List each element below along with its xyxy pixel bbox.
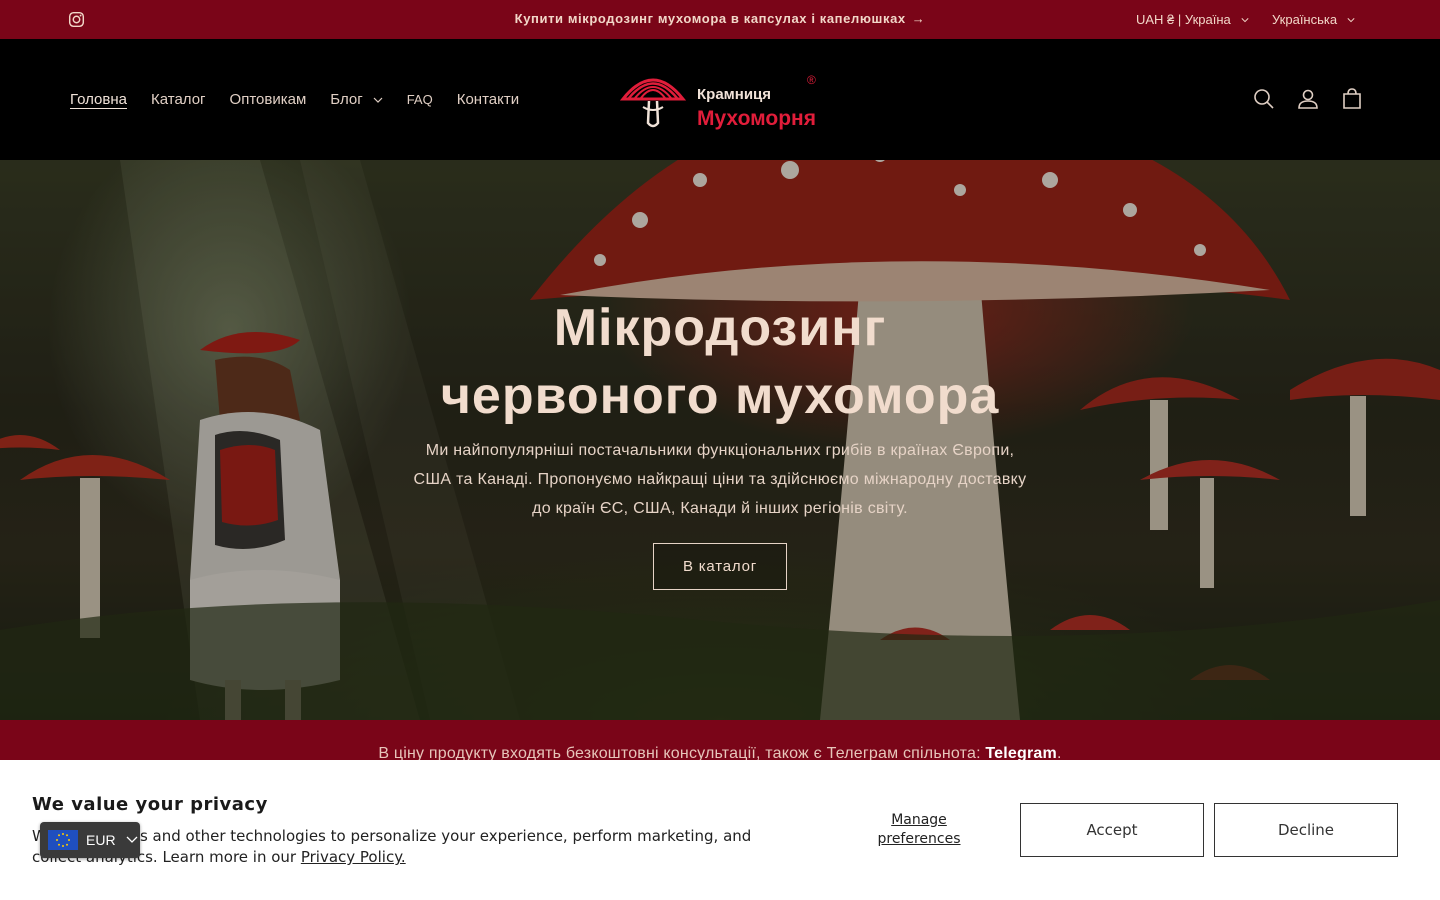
nav-item-contacts[interactable]: Контакти (457, 91, 519, 108)
language-selector[interactable]: Українська (1272, 12, 1355, 27)
currency-switcher-label: EUR (86, 832, 116, 848)
account-icon[interactable] (1296, 87, 1320, 111)
announcement-text[interactable]: Купити мікродозинг мухомора в капсулах і… (515, 11, 906, 26)
hero-title-line2: червоного мухомора (440, 367, 1000, 425)
hero-title-line1: Мікродозинг (553, 299, 887, 357)
logo-line2: Мухоморня (697, 107, 816, 130)
nav-item-wholesale[interactable]: Оптовикам (230, 91, 307, 108)
currency-selector[interactable]: UAH ₴ | Україна (1136, 12, 1249, 27)
manage-preferences-link[interactable]: Manage preferences (866, 811, 972, 849)
logo-line1: Крамниця (697, 86, 772, 103)
nav-item-faq[interactable]: FAQ (407, 92, 433, 107)
announcement-bar: Купити мікродозинг мухомора в капсулах і… (0, 0, 1440, 39)
chevron-down-icon (126, 836, 138, 843)
cart-icon[interactable] (1340, 87, 1364, 111)
eu-flag-icon (48, 830, 78, 850)
hero-subtitle: Ми найпопулярніші постачальники функціон… (413, 442, 1027, 517)
nav-item-catalog[interactable]: Каталог (151, 91, 206, 108)
site-logo[interactable]: Крамниця Мухоморня ® (619, 65, 824, 135)
site-header: Головна Каталог Оптовикам Блог FAQ Конта… (0, 39, 1440, 160)
cookie-banner: We value your privacy We use cookies and… (0, 760, 1440, 900)
chevron-down-icon (1241, 17, 1249, 22)
currency-selector-label: UAH ₴ | Україна (1136, 12, 1231, 27)
chevron-down-icon (1347, 17, 1355, 22)
nav-item-blog-label: Блог (330, 91, 363, 108)
accept-button[interactable]: Accept (1020, 803, 1204, 857)
mushroom-logo-icon (619, 78, 687, 128)
hero-banner: Мікродозинг червоного мухомора Ми найпоп… (0, 160, 1440, 720)
logo-registered-mark: ® (807, 73, 816, 87)
cookie-title: We value your privacy (32, 794, 268, 815)
arrow-right-icon: → (911, 11, 926, 26)
cookie-body: We use cookies and other technologies to… (32, 826, 752, 868)
privacy-policy-link[interactable]: Privacy Policy. (301, 848, 406, 866)
main-nav: Головна Каталог Оптовикам Блог FAQ Конта… (70, 91, 543, 108)
currency-switcher-widget[interactable]: EUR (40, 822, 140, 858)
search-icon[interactable] (1252, 87, 1276, 111)
chevron-down-icon (373, 97, 383, 103)
nav-item-home[interactable]: Головна (70, 91, 127, 108)
decline-button[interactable]: Decline (1214, 803, 1398, 857)
hero-title: Мікродозинг червоного мухомора (0, 294, 1440, 430)
catalog-button[interactable]: В каталог (653, 543, 787, 590)
language-selector-label: Українська (1272, 12, 1338, 27)
nav-item-blog[interactable]: Блог (330, 91, 383, 108)
header-icons (1232, 87, 1364, 111)
